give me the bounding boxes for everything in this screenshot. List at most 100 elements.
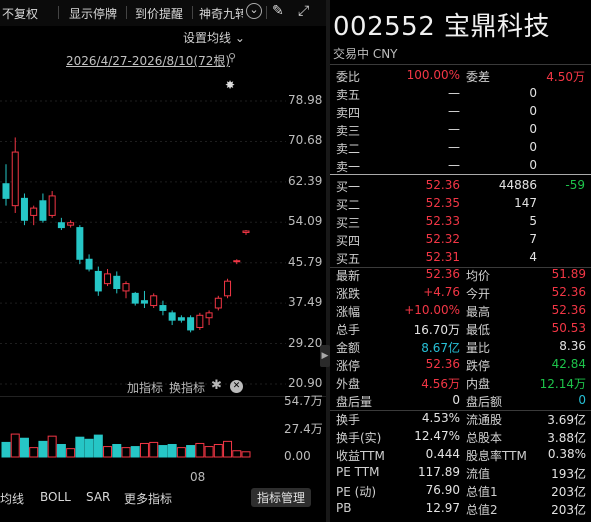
show-suspended-toggle[interactable]: 显示停牌: [69, 5, 117, 22]
stat-label: 最新: [336, 269, 361, 283]
bid-price: 52.35: [425, 196, 460, 210]
stat-label: 量比: [466, 341, 491, 355]
fundamental-row: PE (动) 76.90 总值1 203亿: [330, 482, 591, 500]
fundamental-row: 收益TTM 0.444 股息率TTM 0.38%: [330, 446, 591, 464]
fundamental-value: 193亿: [551, 467, 586, 481]
bid-row[interactable]: 买四 52.32 7: [330, 231, 591, 249]
stat-row: 金额 8.67亿 量比 8.36: [330, 338, 591, 356]
indicator-manage-button[interactable]: 指标管理: [251, 488, 312, 507]
price-axis: 78.98 70.68 62.39 54.09 45.79 37.49 29.20 20.90: [0, 86, 326, 394]
tab-sar[interactable]: SAR: [86, 490, 110, 504]
ask-row[interactable]: 卖二 — 0: [330, 139, 591, 157]
tab-more-indicators[interactable]: 更多指标: [124, 490, 172, 507]
stat-value: 12.14万: [539, 377, 586, 391]
stat-value: 8.67亿: [421, 341, 460, 355]
fundamental-label: 收益TTM: [336, 449, 385, 463]
bid-row[interactable]: 买二 52.35 147: [330, 195, 591, 213]
fundamental-label: PB: [336, 501, 352, 515]
toolbar-divider: [126, 6, 127, 19]
fundamental-label: 流值: [466, 467, 491, 481]
stat-label: 金额: [336, 341, 361, 355]
bid-change: -59: [565, 178, 585, 192]
stat-value: 0: [578, 393, 586, 407]
stat-label: 内盘: [466, 377, 491, 391]
ask-label: 卖一: [336, 160, 361, 174]
ask-price: —: [448, 104, 460, 118]
bid-row[interactable]: 买五 52.31 4: [330, 249, 591, 267]
bid-price: 52.31: [425, 250, 460, 264]
ask-price: —: [448, 86, 460, 100]
fundamental-value: 3.88亿: [547, 431, 586, 445]
stat-row: 最新 52.36 均价 51.89: [330, 266, 591, 284]
price-alert-button[interactable]: 到价提醒: [135, 5, 183, 22]
collapse-arrow-icon[interactable]: ▶: [320, 345, 330, 367]
switch-indicator-button[interactable]: 换指标: [169, 379, 205, 396]
fullscreen-icon[interactable]: ⤢: [298, 3, 309, 19]
date-range-label[interactable]: 2026/4/27-2026/8/10(72根): [66, 52, 230, 69]
tab-boll[interactable]: BOLL: [40, 490, 71, 504]
adjust-dropdown[interactable]: 不复权: [2, 5, 38, 22]
ask-volume: 0: [529, 158, 537, 172]
stat-value: 4.56万: [421, 377, 460, 391]
ask-label: 卖四: [336, 106, 361, 120]
fundamental-label: 总股本: [466, 431, 503, 445]
fundamental-value: 117.89: [418, 465, 460, 479]
fundamental-value: 203亿: [551, 485, 586, 499]
stat-label: 最低: [466, 323, 491, 337]
stat-value: 8.36: [559, 339, 586, 353]
stat-label: 涨停: [336, 359, 361, 373]
ma-settings-button[interactable]: 设置均线 ⌄: [183, 29, 245, 46]
stock-title: 002552 宝鼎科技: [333, 12, 551, 42]
ask-row[interactable]: 卖五 — 0: [330, 85, 591, 103]
stat-row: 涨停 52.36 跌停 42.84: [330, 356, 591, 374]
ask-row[interactable]: 卖一 — 0: [330, 157, 591, 175]
indicator-tabs: 均线 BOLL SAR 更多指标 指标管理: [0, 486, 326, 510]
chevron-down-icon[interactable]: ⌄: [246, 3, 262, 19]
stat-label: 总手: [336, 323, 361, 337]
ask-row[interactable]: 卖三 — 0: [330, 121, 591, 139]
bid-label: 买三: [336, 216, 361, 230]
divider: [330, 64, 591, 65]
bid-price: 52.32: [425, 232, 460, 246]
bid-label: 买五: [336, 252, 361, 266]
price-tick-label: 70.68: [288, 133, 323, 148]
gear-icon[interactable]: ✱: [211, 378, 222, 393]
bid-label: 买二: [336, 198, 361, 212]
bid-row[interactable]: 买三 52.33 5: [330, 213, 591, 231]
bid-label: 买四: [336, 234, 361, 248]
fundamental-label: 总值2: [466, 503, 498, 517]
stat-label: 外盘: [336, 377, 361, 391]
pin-icon[interactable]: ⚲: [228, 51, 236, 64]
ask-row[interactable]: 卖四 — 0: [330, 103, 591, 121]
toolbar-divider: [192, 6, 193, 19]
stat-value: 42.84: [551, 357, 586, 371]
fundamental-label: PE (动): [336, 485, 376, 499]
ask-label: 卖三: [336, 124, 361, 138]
bid-label: 买一: [336, 180, 361, 194]
fundamental-label: 流通股: [466, 413, 503, 427]
bid-volume: 7: [529, 232, 537, 246]
close-icon[interactable]: ✕: [230, 380, 243, 393]
stat-row: 总手 16.70万 最低 50.53: [330, 320, 591, 338]
pencil-icon[interactable]: ✎: [272, 3, 284, 19]
stat-row: 盘后量 0 盘后额 0: [330, 392, 591, 410]
stat-label: 涨跌: [336, 287, 361, 301]
add-indicator-button[interactable]: 加指标: [127, 379, 163, 396]
webi-row: 委比 100.00% 委差 4.50万: [336, 68, 585, 84]
stat-value: 50.53: [551, 321, 586, 335]
ask-price: —: [448, 140, 460, 154]
x-axis-tick: 08: [190, 470, 206, 484]
stat-value: +10.00%: [404, 303, 460, 317]
stat-value: 0: [452, 393, 460, 407]
fundamental-value: 203亿: [551, 503, 586, 517]
quote-panel: 002552 宝鼎科技 交易中 CNY 委比 100.00% 委差 4.50万 …: [330, 0, 591, 522]
tab-ma[interactable]: 均线: [0, 490, 24, 507]
fundamental-value: 0.38%: [547, 447, 586, 461]
stat-value: 52.36: [551, 285, 586, 299]
magic-nine-button[interactable]: 神奇九转: [199, 5, 243, 22]
bid-row[interactable]: 买一 52.36 44886 -59: [330, 177, 591, 195]
fundamental-row: PB 12.97 总值2 203亿: [330, 500, 591, 518]
toolbar-divider: [266, 6, 267, 19]
ask-label: 卖五: [336, 88, 361, 102]
fundamental-row: 换手 4.53% 流通股 3.69亿: [330, 410, 591, 428]
